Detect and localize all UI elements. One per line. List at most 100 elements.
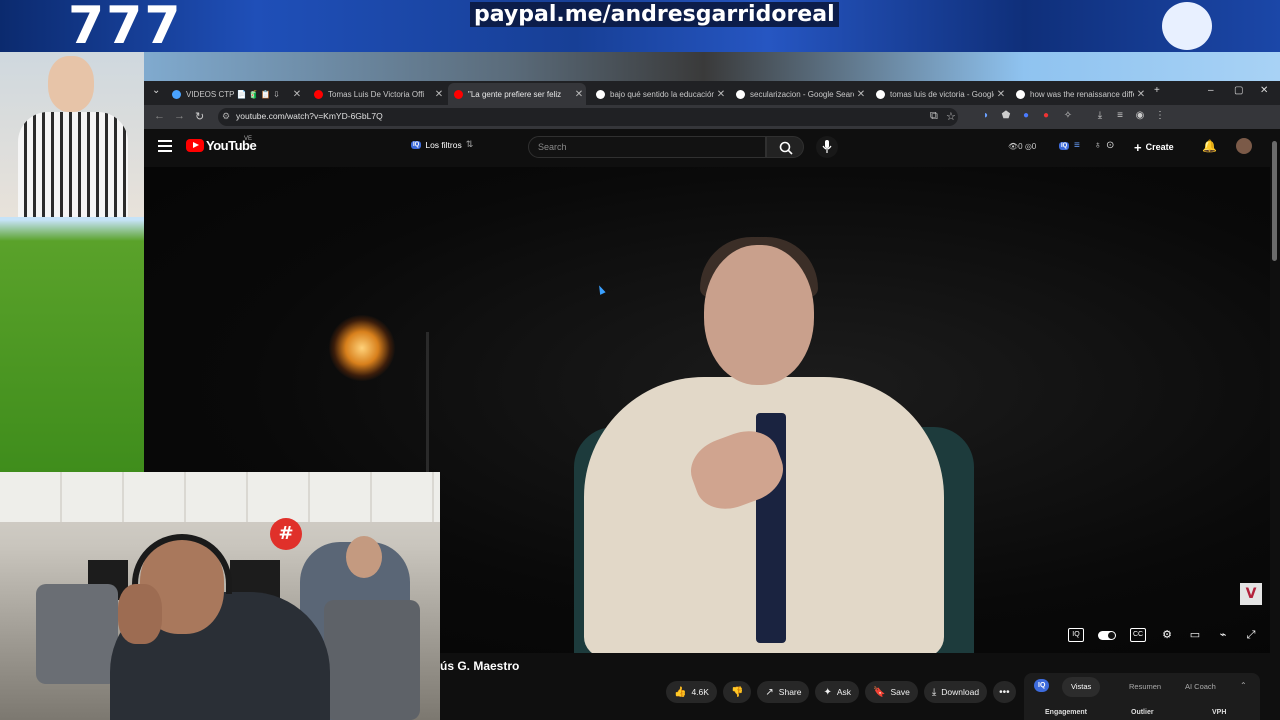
- extension-blue-icon[interactable]: ●: [1020, 110, 1032, 122]
- bookmark-icon: 🔖: [873, 686, 886, 698]
- like-button[interactable]: 👍 4.6K: [666, 681, 717, 703]
- create-label: Create: [1145, 142, 1174, 152]
- miniplayer-icon[interactable]: ▭: [1188, 629, 1202, 641]
- forward-arrow-icon[interactable]: →: [174, 110, 185, 122]
- thumbs-up-icon: 👍: [674, 686, 687, 698]
- new-tab-button[interactable]: +: [1154, 85, 1160, 96]
- bookmark-star-icon[interactable]: ☆: [946, 110, 956, 123]
- dislike-button[interactable]: 👎: [722, 681, 752, 703]
- download-label: Download: [941, 687, 980, 697]
- close-window-button[interactable]: ✕: [1260, 85, 1268, 96]
- youtube-header: YouTube VE IQ Los filtros ⇅ Search 👁0 ◎0…: [144, 129, 1280, 167]
- extension-shield-icon[interactable]: ⬟: [1000, 110, 1012, 122]
- streamer-hand: [118, 584, 162, 644]
- tab-la-gente-prefiere[interactable]: "La gente prefiere ser feliz ✕: [448, 83, 586, 105]
- iq-analytics-panel: IQ Vistas Resumen AI Coach ⌃ Engagement …: [1024, 673, 1260, 720]
- back-arrow-icon[interactable]: ←: [154, 110, 165, 122]
- banner-paypal-url: paypal.me/andresgarridoreal: [470, 2, 839, 27]
- tab-vistas[interactable]: Vistas: [1062, 677, 1101, 697]
- reload-icon[interactable]: ↻: [195, 110, 204, 123]
- tab-favicon-icon: [314, 89, 323, 99]
- tab-favicon-icon: [596, 89, 605, 99]
- create-button[interactable]: + Create: [1134, 136, 1174, 158]
- save-button[interactable]: 🔖 Save: [865, 681, 918, 703]
- panel-collapse-icon[interactable]: ⌃: [1240, 681, 1247, 690]
- office-chair: [36, 584, 118, 684]
- address-bar[interactable]: ⚙ youtube.com/watch?v=KmYD-6GbL7Q ⧉ ☆: [218, 108, 958, 126]
- iq-badge: IQ: [411, 140, 422, 149]
- download-button[interactable]: ⤓ Download: [923, 681, 988, 703]
- tab-resumen[interactable]: Resumen: [1120, 677, 1170, 697]
- tab-ai-coach[interactable]: AI Coach: [1176, 677, 1225, 697]
- minimize-button[interactable]: –: [1208, 85, 1214, 96]
- banner-logo-icon: [1162, 2, 1212, 50]
- tab-title: bajo qué sentido la educación: [610, 89, 714, 99]
- fullscreen-icon[interactable]: ⤢: [1244, 629, 1258, 641]
- meme-face: [48, 56, 94, 112]
- video-title: ús G. Maestro: [440, 659, 520, 673]
- settings-gear-icon[interactable]: ⚙: [1160, 629, 1174, 641]
- page-scrollbar[interactable]: [1272, 141, 1277, 261]
- tab-close-icon[interactable]: ✕: [1134, 89, 1148, 100]
- tab-close-icon[interactable]: ✕: [994, 89, 1008, 100]
- search-input[interactable]: Search: [528, 136, 766, 158]
- browser-menu-icon[interactable]: ⋮: [1154, 110, 1166, 122]
- link-icon[interactable]: ⊙: [1106, 140, 1114, 151]
- search-button[interactable]: [766, 136, 804, 158]
- column-outlier: Outlier: [1131, 709, 1154, 716]
- iq-player-icon[interactable]: IQ: [1068, 628, 1084, 642]
- iq-extension-icon[interactable]: IQ: [1059, 142, 1070, 150]
- tab-close-icon[interactable]: ✕: [854, 89, 868, 100]
- badge-icon[interactable]: ♁: [1094, 140, 1102, 151]
- tab-title: Tomas Luis De Victoria Offi: [328, 89, 425, 99]
- tab-secularizacion[interactable]: secularizacion - Google Search ✕: [730, 83, 868, 105]
- tab-title: VIDEOS CTP 📄 🧃 📋 ⇩: [186, 89, 280, 99]
- notifications-bell-icon[interactable]: 🔔: [1202, 139, 1217, 153]
- tab-title: secularizacion - Google Search: [750, 89, 854, 99]
- tab-tomas-luis-official[interactable]: Tomas Luis De Victoria Offi ✕: [308, 83, 446, 105]
- ask-button[interactable]: ✦ Ask: [815, 681, 860, 703]
- tab-close-icon[interactable]: ✕: [290, 89, 304, 100]
- search-placeholder: Search: [538, 142, 567, 152]
- tab-title: tomas luis de victoria - Google: [890, 89, 994, 99]
- share-button[interactable]: ↗ Share: [757, 681, 810, 703]
- menu-hamburger-icon[interactable]: [158, 140, 172, 152]
- tab-tomas-luis-de-victoria[interactable]: tomas luis de victoria - Google ✕: [870, 83, 1008, 105]
- extensions-puzzle-icon[interactable]: ✧: [1062, 110, 1074, 122]
- tab-close-icon[interactable]: ✕: [432, 89, 446, 100]
- office-ceiling: [0, 472, 440, 522]
- tab-search-icon[interactable]: ⌄: [152, 85, 160, 96]
- extension-red-icon[interactable]: ●: [1040, 110, 1052, 122]
- list-icon[interactable]: ≡: [1074, 140, 1080, 151]
- download-icon[interactable]: ⤓: [1094, 110, 1106, 122]
- more-actions-button[interactable]: •••: [993, 681, 1016, 703]
- address-text: youtube.com/watch?v=KmYD-6GbL7Q: [236, 111, 383, 121]
- tab-renaissance[interactable]: how was the renaissance differ ✕: [1010, 83, 1148, 105]
- voice-search-button[interactable]: [816, 136, 838, 158]
- autoplay-toggle[interactable]: [1098, 630, 1116, 640]
- profile-icon[interactable]: ◉: [1134, 110, 1146, 122]
- channel-watermark[interactable]: V: [1240, 583, 1262, 605]
- avatar[interactable]: [1236, 138, 1252, 154]
- tab-close-icon[interactable]: ✕: [572, 89, 586, 100]
- speaker-head: [704, 245, 814, 385]
- captions-icon[interactable]: CC: [1130, 628, 1146, 642]
- background-image: [0, 52, 1280, 82]
- tab-title: "La gente prefiere ser feliz: [468, 89, 562, 99]
- site-info-icon[interactable]: ⚙: [222, 111, 230, 122]
- youtube-logo-icon[interactable]: [186, 139, 204, 152]
- install-icon[interactable]: ⧉: [930, 110, 938, 123]
- filters-button[interactable]: IQ Los filtros ⇅: [411, 139, 473, 150]
- filters-toggle-icon: ⇅: [465, 139, 474, 149]
- extension-audio-icon[interactable]: ◗: [980, 110, 992, 122]
- tab-videos-ctp[interactable]: VIDEOS CTP 📄 🧃 📋 ⇩ ✕: [166, 83, 304, 105]
- filters-label: Los filtros: [425, 139, 462, 150]
- tab-close-icon[interactable]: ✕: [714, 89, 728, 100]
- cast-icon[interactable]: ⌁: [1216, 629, 1230, 641]
- maximize-button[interactable]: ▢: [1234, 85, 1243, 96]
- player-controls: IQ CC ⚙ ▭ ⌁ ⤢: [1068, 628, 1258, 642]
- reading-list-icon[interactable]: ≡: [1114, 110, 1126, 122]
- save-label: Save: [890, 687, 910, 697]
- tab-bajo-que-sentido[interactable]: bajo qué sentido la educación ✕: [590, 83, 728, 105]
- tab-favicon-icon: [876, 89, 885, 99]
